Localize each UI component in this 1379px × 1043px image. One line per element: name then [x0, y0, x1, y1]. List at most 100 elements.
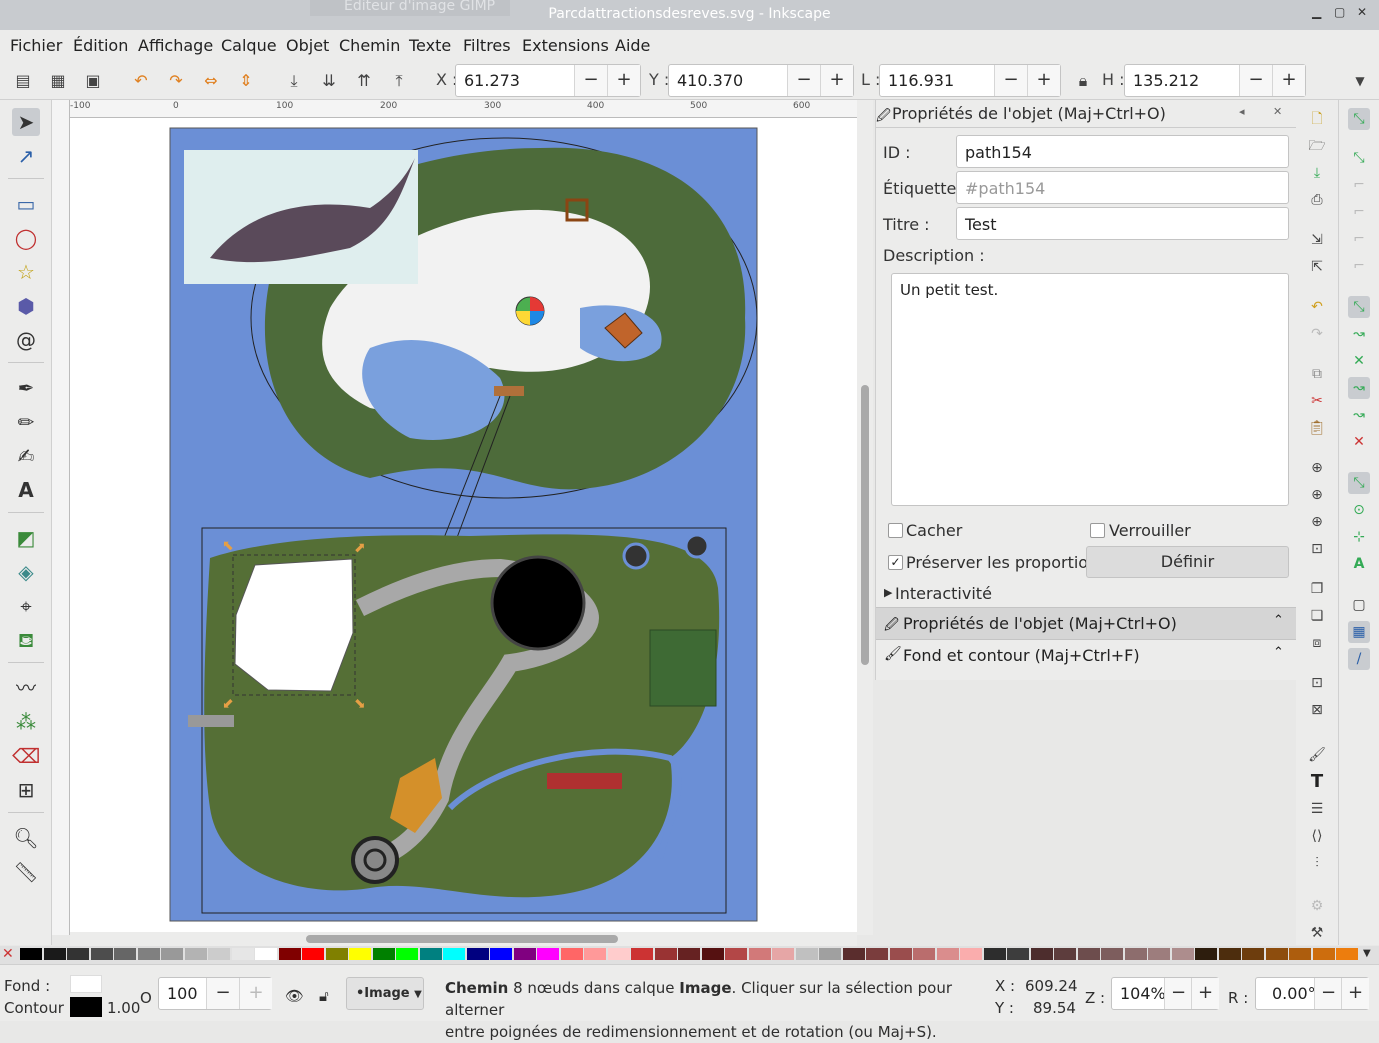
- color-swatch[interactable]: [1077, 948, 1100, 960]
- lower-icon[interactable]: ⇊: [318, 70, 340, 92]
- zoom-width-icon[interactable]: ⊡: [1306, 538, 1328, 560]
- bridge-station[interactable]: [494, 386, 524, 396]
- color-swatch[interactable]: [90, 948, 113, 960]
- color-swatch[interactable]: [560, 948, 583, 960]
- y-value[interactable]: 410.370: [677, 71, 743, 90]
- opacity-increment-button[interactable]: +: [239, 978, 272, 1009]
- color-swatch[interactable]: [20, 948, 42, 960]
- new-document-icon[interactable]: 🗋: [1306, 108, 1328, 130]
- zoom-page-icon[interactable]: ⊕: [1306, 511, 1328, 533]
- color-swatch[interactable]: [184, 948, 207, 960]
- opacity-value[interactable]: 100: [167, 984, 198, 1003]
- menu-filtres[interactable]: Filtres: [463, 36, 511, 55]
- color-swatch[interactable]: [1242, 948, 1264, 960]
- snap-bbox-corner-icon[interactable]: ⌐: [1348, 201, 1370, 223]
- paste-icon[interactable]: 📋︎: [1306, 417, 1328, 439]
- menu-calque[interactable]: Calque: [221, 36, 277, 55]
- menu-edition[interactable]: Édition: [73, 36, 128, 55]
- text-dialog-icon[interactable]: T: [1306, 771, 1328, 793]
- measure-tool-icon[interactable]: 📏︎: [12, 858, 40, 886]
- define-button[interactable]: Définir: [1086, 546, 1289, 578]
- cut-icon[interactable]: ✂: [1306, 390, 1328, 412]
- gradient-tool-icon[interactable]: ◩: [12, 524, 40, 552]
- menu-texte[interactable]: Texte: [409, 36, 451, 55]
- color-swatch[interactable]: [748, 948, 771, 960]
- color-swatch[interactable]: [43, 948, 66, 960]
- color-swatch[interactable]: [67, 948, 89, 960]
- clone-icon[interactable]: ❏: [1306, 605, 1328, 627]
- color-swatch[interactable]: [161, 948, 183, 960]
- height-decrement-button[interactable]: −: [1239, 65, 1272, 96]
- snap-bbox-midpoint-icon[interactable]: ⌐: [1348, 228, 1370, 250]
- zoom-drawing-icon[interactable]: ⊕: [1306, 484, 1328, 506]
- color-swatch[interactable]: [537, 948, 559, 960]
- color-swatch[interactable]: [654, 948, 677, 960]
- color-swatch[interactable]: [1218, 948, 1241, 960]
- color-swatch[interactable]: [114, 948, 136, 960]
- tweak-tool-icon[interactable]: 〰: [12, 674, 40, 702]
- snap-nodes-icon[interactable]: ⤡: [1348, 296, 1370, 318]
- group-icon[interactable]: ⊡: [1306, 672, 1328, 694]
- rotate-handle-icon[interactable]: ⬋: [222, 696, 234, 712]
- color-swatch[interactable]: [1007, 948, 1029, 960]
- duplicate-icon[interactable]: ❐: [1306, 578, 1328, 600]
- stroke-width-value[interactable]: 1.00: [107, 999, 140, 1017]
- label-field[interactable]: #path154: [956, 171, 1289, 204]
- bezier-tool-icon[interactable]: ✒: [12, 374, 40, 402]
- snap-center-icon[interactable]: ⊙: [1348, 499, 1370, 521]
- rectangle-tool-icon[interactable]: ▭: [12, 190, 40, 218]
- snap-guide-icon[interactable]: /: [1348, 648, 1370, 670]
- zoom-spinbox[interactable]: 104% − +: [1111, 977, 1219, 1010]
- panel-close-icon[interactable]: ✕: [1273, 105, 1282, 118]
- color-swatch[interactable]: [443, 948, 465, 960]
- redo-icon[interactable]: ↷: [1306, 323, 1328, 345]
- height-value[interactable]: 135.212: [1133, 71, 1199, 90]
- snap-others-icon[interactable]: ⤡: [1348, 472, 1370, 494]
- drawing-canvas[interactable]: ⬉ ⬈ ⬋ ⬊: [70, 118, 857, 935]
- palette-menu-icon[interactable]: ▼: [1363, 948, 1371, 959]
- import-icon[interactable]: ⇲: [1306, 229, 1328, 251]
- spiral-ride[interactable]: [351, 836, 399, 884]
- raise-icon[interactable]: ⇈: [353, 70, 375, 92]
- color-swatch[interactable]: [983, 948, 1006, 960]
- selected-path[interactable]: [234, 558, 354, 692]
- save-icon[interactable]: ⤓: [1306, 162, 1328, 184]
- spiral-tool-icon[interactable]: @: [12, 326, 40, 354]
- rotation-decrement-button[interactable]: −: [1314, 978, 1342, 1009]
- y-spinbox[interactable]: 410.370 − +: [668, 64, 854, 97]
- color-swatch[interactable]: [842, 948, 865, 960]
- black-circle-arena[interactable]: [490, 555, 586, 651]
- lock-checkbox[interactable]: [1090, 523, 1105, 538]
- width-spinbox[interactable]: 116.931 − +: [879, 64, 1061, 97]
- fill-stroke-dialog-icon[interactable]: 🖌: [1306, 744, 1328, 766]
- open-document-icon[interactable]: 🗁: [1306, 135, 1328, 157]
- color-swatch[interactable]: [1171, 948, 1194, 960]
- rotate-handle-icon[interactable]: ⬉: [222, 538, 234, 554]
- document-drawing[interactable]: ⬉ ⬈ ⬋ ⬊: [70, 118, 857, 935]
- select-all-layers-icon[interactable]: ▦: [47, 70, 69, 92]
- preserve-proportions-checkbox[interactable]: ✓: [888, 555, 903, 570]
- zoom-selection-icon[interactable]: ⊕: [1306, 457, 1328, 479]
- rotation-spinbox[interactable]: 0.00° − +: [1255, 977, 1369, 1010]
- no-paint-icon[interactable]: ✕: [2, 946, 14, 962]
- zoom-value[interactable]: 104%: [1120, 984, 1166, 1003]
- star-tool-icon[interactable]: ☆: [12, 258, 40, 286]
- color-swatch[interactable]: [419, 948, 442, 960]
- color-swatch[interactable]: [231, 948, 254, 960]
- connector-tool-icon[interactable]: ⊞: [12, 776, 40, 804]
- height-increment-button[interactable]: +: [1272, 65, 1305, 96]
- rotate-handle-icon[interactable]: ⬈: [354, 540, 366, 556]
- ungroup-icon[interactable]: ⊠: [1306, 699, 1328, 721]
- width-value[interactable]: 116.931: [888, 71, 954, 90]
- maximize-icon[interactable]: ▢: [1334, 5, 1345, 19]
- color-swatch[interactable]: [725, 948, 747, 960]
- red-bridge[interactable]: [547, 773, 622, 789]
- horizontal-scroll-thumb[interactable]: [306, 935, 618, 943]
- zoom-out-button[interactable]: −: [1164, 978, 1192, 1009]
- hide-checkbox[interactable]: [888, 523, 903, 538]
- flip-horizontal-icon[interactable]: ⇔: [200, 70, 222, 92]
- x-spinbox[interactable]: 61.273 − +: [455, 64, 641, 97]
- color-swatch[interactable]: [302, 948, 324, 960]
- zoom-tool-icon[interactable]: 🔍︎: [12, 824, 40, 852]
- selector-tool-icon[interactable]: ➤: [12, 108, 40, 136]
